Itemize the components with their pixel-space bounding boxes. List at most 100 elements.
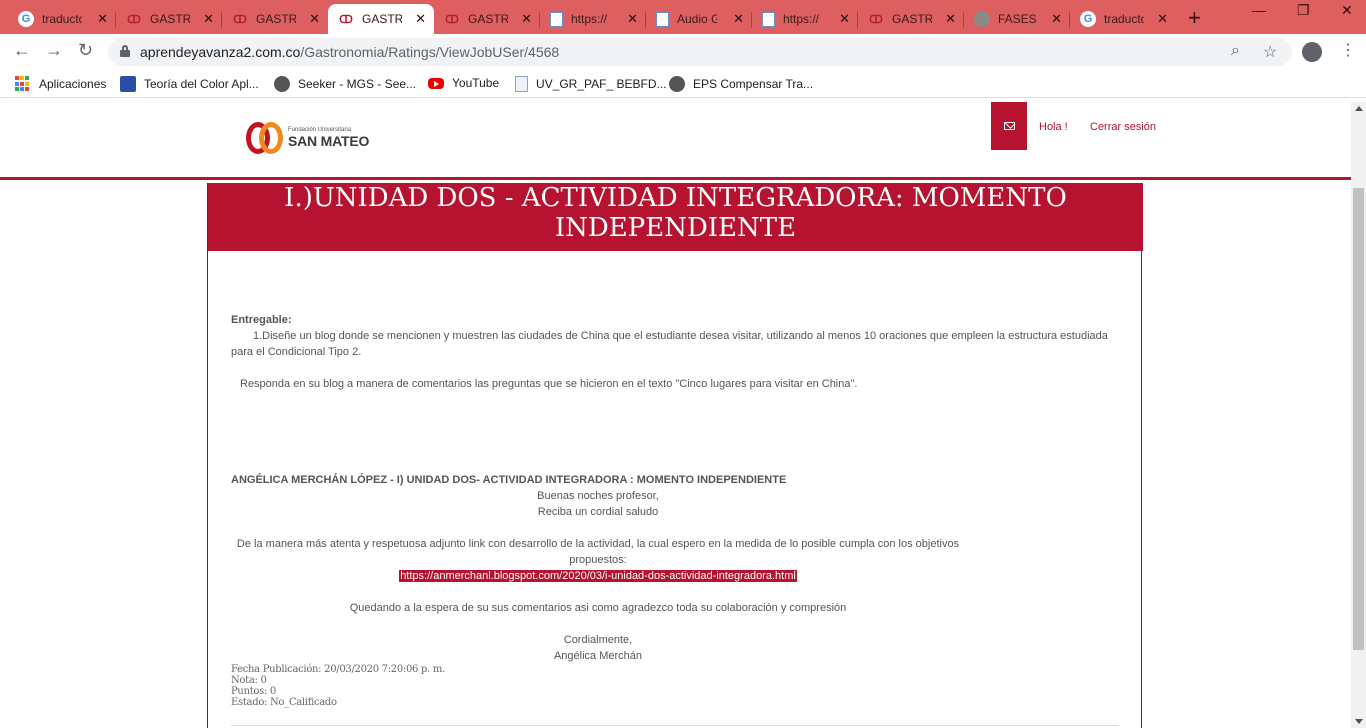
envelope-icon bbox=[1003, 122, 1015, 130]
submission-body-1: De la manera más atenta y respetuosa adj… bbox=[236, 538, 960, 550]
logout-link[interactable]: Cerrar sesión bbox=[1090, 121, 1156, 133]
forward-icon[interactable]: → bbox=[45, 40, 63, 61]
lock-icon bbox=[120, 45, 130, 57]
tab-audio[interactable]: Audio G ✕ bbox=[646, 4, 752, 34]
profile-avatar-icon[interactable] bbox=[1302, 42, 1322, 62]
submission-greeting-2: Reciba un cordial saludo bbox=[537, 506, 659, 518]
tab-title: GASTRONOMIA bbox=[892, 12, 932, 26]
submission-body-2: propuestos: bbox=[569, 554, 627, 566]
browser-tab-strip: G traductor ✕ ↀ GASTRONOMIA ✕ ↀ GASTRONO… bbox=[0, 0, 1366, 34]
tab-title: Audio G bbox=[677, 12, 717, 26]
bookmarks-bar: Aplicaciones Teoría del Color Apl... See… bbox=[0, 70, 1366, 98]
close-icon[interactable]: ✕ bbox=[309, 11, 320, 27]
globe-icon bbox=[974, 11, 990, 27]
close-icon[interactable]: ✕ bbox=[97, 11, 108, 27]
tab-gastronomia[interactable]: ↀ GASTRONOMIA ✕ bbox=[222, 4, 328, 34]
scroll-up-icon[interactable] bbox=[1355, 106, 1363, 111]
logo-title: SAN MATEO bbox=[288, 133, 370, 149]
scrollbar-thumb[interactable] bbox=[1353, 188, 1364, 650]
tab-title: GASTRONOMIA bbox=[150, 12, 190, 26]
close-icon[interactable]: ✕ bbox=[627, 11, 638, 27]
bookmark-uv-gr[interactable]: UV_GR_PAF_ BEBFD... bbox=[515, 76, 666, 92]
close-icon[interactable]: ✕ bbox=[733, 11, 744, 27]
browser-toolbar: ← → ↻ aprendeyavanza2.com.co/Gastronomia… bbox=[0, 34, 1366, 70]
tab-gastronomia[interactable]: ↀ GASTRONOMIA ✕ bbox=[116, 4, 222, 34]
tab-https[interactable]: https:// ✕ bbox=[752, 4, 858, 34]
publication-date: Fecha Publicación: 20/03/2020 7:20:06 p.… bbox=[231, 664, 445, 675]
document-icon bbox=[550, 11, 563, 27]
site-header: Fundación Universitaria SAN MATEO Hola !… bbox=[0, 102, 1351, 180]
tab-title: https:// bbox=[571, 12, 608, 26]
greeting-link[interactable]: Hola ! bbox=[1039, 121, 1068, 133]
tab-title: traductor bbox=[1104, 12, 1144, 26]
minimize-icon[interactable]: — bbox=[1252, 2, 1266, 18]
google-icon: G bbox=[18, 11, 34, 27]
tab-title: traductor bbox=[42, 12, 82, 26]
san-mateo-icon: ↀ bbox=[445, 13, 459, 26]
divider bbox=[231, 725, 1119, 726]
bookmark-eps[interactable]: EPS Compensar Tra... bbox=[669, 76, 813, 92]
close-icon[interactable]: ✕ bbox=[1051, 11, 1062, 27]
tab-title: GASTRONOMIA bbox=[256, 12, 296, 26]
deliverable-label: Entregable: bbox=[231, 314, 292, 326]
close-window-icon[interactable]: ✕ bbox=[1341, 2, 1353, 19]
san-mateo-icon: ↀ bbox=[339, 13, 353, 26]
close-icon[interactable]: ✕ bbox=[203, 11, 214, 27]
messages-button[interactable] bbox=[991, 102, 1027, 150]
san-mateo-icon: ↀ bbox=[233, 13, 247, 26]
document-icon bbox=[656, 11, 669, 27]
tab-gastronomia[interactable]: ↀ GASTRONOMIA ✕ bbox=[858, 4, 964, 34]
google-icon: G bbox=[1080, 11, 1096, 27]
youtube-icon bbox=[428, 77, 444, 89]
address-bar[interactable]: aprendeyavanza2.com.co/Gastronomia/Ratin… bbox=[108, 38, 1292, 66]
grade-value: Nota: 0 bbox=[231, 675, 267, 686]
submission-greeting-1: Buenas noches profesor, bbox=[537, 490, 659, 502]
submission-signature: Angélica Merchán bbox=[553, 650, 643, 662]
reload-icon[interactable]: ↻ bbox=[78, 40, 93, 61]
tab-traductor[interactable]: G traductor ✕ bbox=[1070, 4, 1176, 34]
san-mateo-logo[interactable]: Fundación Universitaria SAN MATEO bbox=[246, 120, 369, 156]
logo-mark-icon bbox=[246, 120, 284, 156]
tab-traductor[interactable]: G traductor ✕ bbox=[8, 4, 116, 34]
page-scrollbar[interactable] bbox=[1351, 102, 1366, 728]
san-mateo-icon: ↀ bbox=[869, 13, 883, 26]
bookmark-seeker[interactable]: Seeker - MGS - See... bbox=[274, 76, 416, 92]
restore-icon[interactable]: ❐ bbox=[1297, 2, 1310, 19]
bookmark-teoria-color[interactable]: Teoría del Color Apl... bbox=[120, 76, 259, 92]
globe-icon bbox=[669, 76, 685, 92]
bookmark-youtube[interactable]: YouTube bbox=[428, 76, 499, 90]
close-icon[interactable]: ✕ bbox=[839, 11, 850, 27]
blog-link[interactable]: https://anmerchanl.blogspot.com/2020/03/… bbox=[399, 570, 797, 582]
tab-title: https:// bbox=[783, 12, 820, 26]
zoom-icon[interactable]: ⌕ bbox=[1231, 42, 1240, 60]
status-value: Estado: No_Calificado bbox=[231, 697, 337, 708]
star-icon[interactable]: ☆ bbox=[1263, 42, 1277, 62]
close-icon[interactable]: ✕ bbox=[1157, 11, 1168, 27]
menu-icon[interactable]: ⋮ bbox=[1340, 40, 1356, 60]
bookmark-apps[interactable]: Aplicaciones bbox=[15, 76, 106, 92]
tab-title: FASES C bbox=[998, 12, 1038, 26]
points-value: Puntos: 0 bbox=[231, 686, 276, 697]
deliverable-item: 1.Diseñe un blog donde se mencionen y mu… bbox=[231, 330, 1108, 358]
close-icon[interactable]: ✕ bbox=[521, 11, 532, 27]
submission-heading: ANGÉLICA MERCHÁN LÓPEZ - I) UNIDAD DOS- … bbox=[231, 474, 787, 486]
tab-gastronomia[interactable]: ↀ GASTRONOMIA ✕ bbox=[434, 4, 540, 34]
document-icon bbox=[515, 76, 528, 92]
close-icon[interactable]: ✕ bbox=[415, 11, 426, 27]
back-icon[interactable]: ← bbox=[13, 40, 31, 61]
tab-title: GASTRONOMIA bbox=[468, 12, 508, 26]
globe-icon bbox=[274, 76, 290, 92]
tab-fases[interactable]: FASES C ✕ bbox=[964, 4, 1070, 34]
new-tab-icon[interactable]: + bbox=[1188, 5, 1201, 31]
submission-link-row: https://anmerchanl.blogspot.com/2020/03/… bbox=[231, 568, 965, 584]
close-icon[interactable]: ✕ bbox=[945, 11, 956, 27]
deliverable-note: Responda en su blog a manera de comentar… bbox=[240, 378, 858, 390]
activity-title: I.)UNIDAD DOS - ACTIVIDAD INTEGRADORA: M… bbox=[208, 183, 1143, 251]
book-icon bbox=[120, 76, 136, 92]
tab-gastronomia-active[interactable]: ↀ GASTRONOMIA ✕ bbox=[328, 4, 434, 34]
activity-card: I.)UNIDAD DOS - ACTIVIDAD INTEGRADORA: M… bbox=[207, 183, 1143, 728]
scroll-down-icon[interactable] bbox=[1355, 719, 1363, 724]
address-url[interactable]: aprendeyavanza2.com.co/Gastronomia/Ratin… bbox=[140, 44, 559, 60]
san-mateo-icon: ↀ bbox=[127, 13, 141, 26]
tab-https[interactable]: https:// ✕ bbox=[540, 4, 646, 34]
